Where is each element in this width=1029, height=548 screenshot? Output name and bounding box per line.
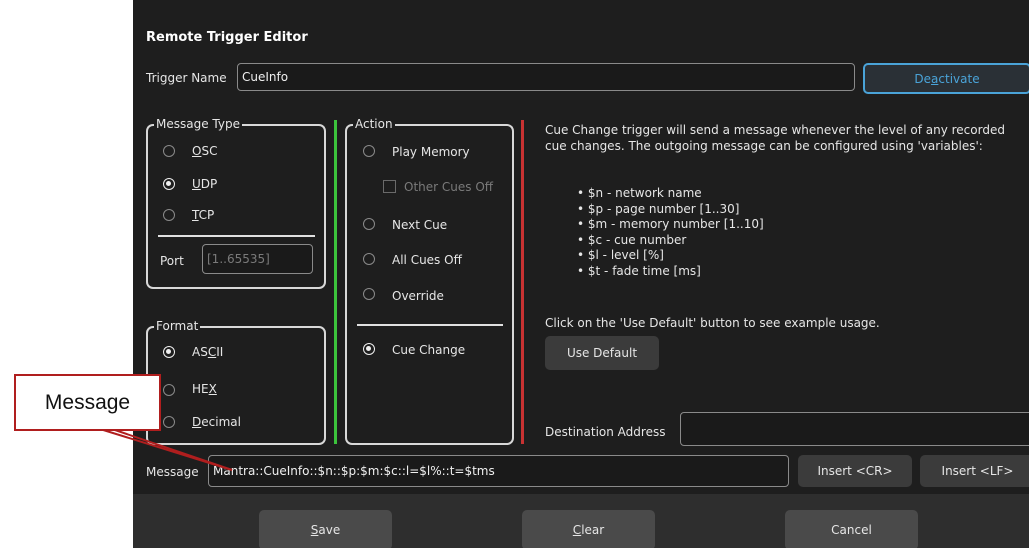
trigger-name-value: CueInfo <box>242 70 289 84</box>
action-legend: Action <box>353 117 395 131</box>
clear-label: Clear <box>572 523 605 537</box>
osc-label: OSC <box>192 144 218 158</box>
insert-lf-button[interactable]: Insert <LF> <box>920 455 1029 487</box>
trigger-name-label: Trigger Name <box>146 71 227 85</box>
override-label: Override <box>392 289 444 303</box>
variable-item: • $c - cue number <box>577 232 687 247</box>
use-default-button[interactable]: Use Default <box>545 336 659 370</box>
save-button[interactable]: Save <box>259 510 392 548</box>
next-cue-radio[interactable] <box>363 218 375 230</box>
footer-bar: Save Clear Cancel <box>133 494 1029 548</box>
decimal-label: Decimal <box>192 415 241 429</box>
trigger-name-input[interactable]: CueInfo <box>237 63 855 91</box>
insert-cr-button[interactable]: Insert <CR> <box>798 455 912 487</box>
cue-change-radio[interactable] <box>363 343 375 355</box>
udp-label: UDP <box>192 177 218 191</box>
osc-radio[interactable] <box>163 145 175 157</box>
variable-item: • $n - network name <box>577 186 702 200</box>
message-callout: Message <box>14 374 161 431</box>
message-input[interactable]: Mantra::CueInfo::$n::$p:$m:$c::l=$l%::t=… <box>208 455 789 487</box>
variables-list: • $n - network name • $p - page number [… <box>577 186 764 279</box>
use-default-hint: Click on the 'Use Default' button to see… <box>545 316 880 330</box>
destination-address-input[interactable] <box>680 412 1029 446</box>
port-label: Port <box>160 254 184 268</box>
message-value: Mantra::CueInfo::$n::$p:$m:$c::l=$l%::t=… <box>213 464 495 478</box>
port-placeholder: [1..65535] <box>207 252 270 266</box>
all-cues-off-radio[interactable] <box>363 253 375 265</box>
ascii-radio[interactable] <box>163 346 175 358</box>
udp-radio[interactable] <box>163 178 175 190</box>
tcp-label: TCP <box>192 208 215 222</box>
port-input[interactable]: [1..65535] <box>202 244 313 274</box>
tcp-radio[interactable] <box>163 209 175 221</box>
decimal-radio[interactable] <box>163 416 175 428</box>
variable-item: • $l - level [%] <box>577 248 664 262</box>
variable-item: • $t - fade time [ms] <box>577 263 701 278</box>
variable-item: • $p - page number [1..30] <box>577 201 740 216</box>
action-group: Action <box>345 117 514 445</box>
other-cues-off-label: Other Cues Off <box>404 180 494 194</box>
deactivate-label: Deactivate <box>914 71 980 86</box>
cancel-button[interactable]: Cancel <box>785 510 918 548</box>
all-cues-off-label: All Cues Off <box>392 253 462 267</box>
cue-change-description: Cue Change trigger will send a message w… <box>545 123 1005 153</box>
deactivate-button[interactable]: Deactivate <box>863 63 1029 94</box>
ascii-label: ASCII <box>192 345 224 359</box>
remote-trigger-editor-dialog: Remote Trigger Editor Trigger Name CueIn… <box>133 0 1029 548</box>
message-type-legend: Message Type <box>154 117 242 131</box>
hex-radio[interactable] <box>163 384 175 396</box>
other-cues-off-checkbox[interactable] <box>383 180 396 193</box>
dialog-title: Remote Trigger Editor <box>146 30 308 45</box>
play-memory-radio[interactable] <box>363 145 375 157</box>
message-type-divider <box>158 235 315 237</box>
destination-address-label: Destination Address <box>545 425 666 439</box>
format-legend: Format <box>154 319 201 333</box>
message-label: Message <box>146 465 199 479</box>
override-radio[interactable] <box>363 288 375 300</box>
green-divider <box>334 120 337 444</box>
cue-change-label: Cue Change <box>392 343 466 357</box>
red-divider <box>521 120 524 444</box>
clear-button[interactable]: Clear <box>522 510 655 548</box>
variable-item: • $m - memory number [1..10] <box>577 217 764 231</box>
hex-label: HEX <box>192 382 217 396</box>
play-memory-label: Play Memory <box>392 145 470 159</box>
next-cue-label: Next Cue <box>392 218 448 232</box>
save-label: Save <box>310 523 341 537</box>
action-divider <box>357 324 503 326</box>
